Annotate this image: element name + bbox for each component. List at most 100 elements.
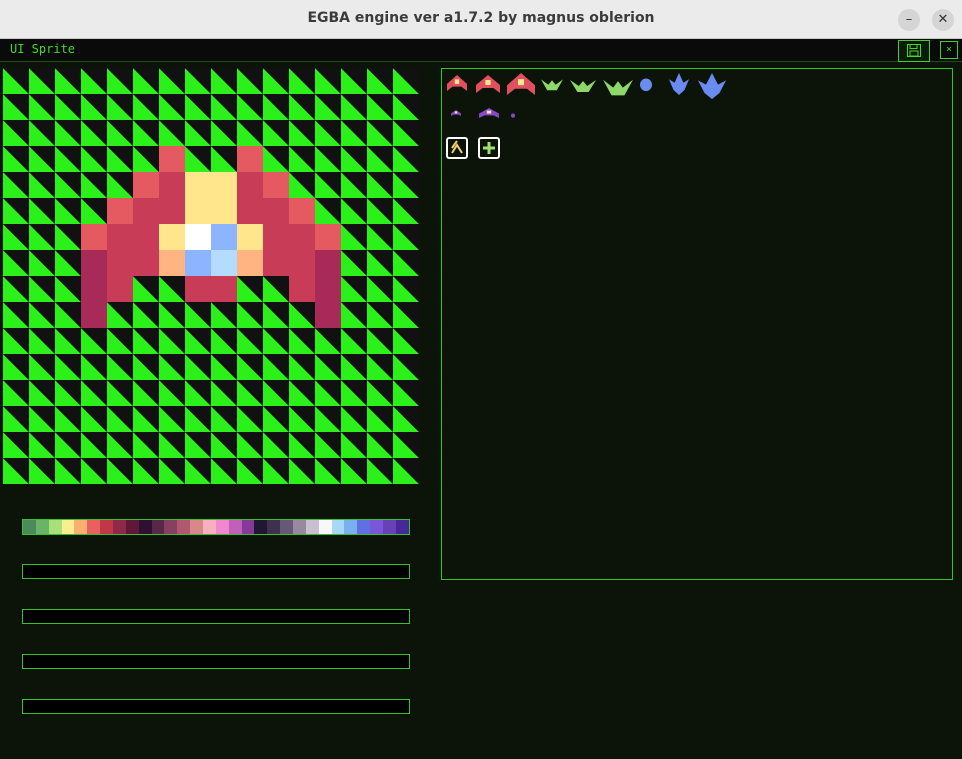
empty-pixel[interactable] [29,406,55,432]
empty-pixel[interactable] [81,458,107,484]
empty-pixel[interactable] [55,432,81,458]
palette-swatch[interactable] [87,520,101,534]
save-button[interactable] [898,40,930,62]
pixel-grid[interactable] [3,68,419,484]
empty-pixel[interactable] [81,172,107,198]
empty-pixel[interactable] [107,68,133,94]
empty-pixel[interactable] [367,432,393,458]
empty-pixel[interactable] [263,328,289,354]
empty-pixel[interactable] [341,276,367,302]
empty-pixel[interactable] [367,458,393,484]
palette-swatch[interactable] [48,520,62,534]
painted-pixel[interactable] [289,224,315,250]
purple-bug-icon[interactable] [478,107,500,119]
sprite-sheet-panel[interactable] [441,68,953,580]
empty-pixel[interactable] [55,68,81,94]
palette-swatch[interactable] [113,520,126,534]
empty-pixel[interactable] [3,380,29,406]
empty-pixel[interactable] [367,276,393,302]
empty-pixel[interactable] [107,172,133,198]
empty-pixel[interactable] [55,406,81,432]
empty-pixel[interactable] [55,302,81,328]
painted-pixel[interactable] [81,276,107,302]
empty-pixel[interactable] [393,250,419,276]
empty-pixel[interactable] [393,276,419,302]
close-window-button[interactable]: ✕ [932,9,954,31]
empty-pixel[interactable] [159,458,185,484]
empty-pixel[interactable] [29,172,55,198]
empty-pixel[interactable] [211,432,237,458]
empty-pixel[interactable] [315,380,341,406]
palette-swatch[interactable] [74,520,88,534]
empty-pixel[interactable] [341,146,367,172]
empty-pixel[interactable] [237,94,263,120]
empty-pixel[interactable] [81,120,107,146]
empty-pixel[interactable] [29,458,55,484]
empty-pixel[interactable] [315,328,341,354]
red-ship-xl-icon[interactable] [506,72,536,96]
empty-pixel[interactable] [289,354,315,380]
empty-pixel[interactable] [263,146,289,172]
empty-pixel[interactable] [3,432,29,458]
empty-pixel[interactable] [133,458,159,484]
painted-pixel[interactable] [289,250,315,276]
empty-pixel[interactable] [55,276,81,302]
painted-pixel[interactable] [237,198,263,224]
empty-pixel[interactable] [263,354,289,380]
empty-pixel[interactable] [237,458,263,484]
empty-pixel[interactable] [55,120,81,146]
empty-pixel[interactable] [367,146,393,172]
painted-pixel[interactable] [315,276,341,302]
empty-pixel[interactable] [107,432,133,458]
empty-pixel[interactable] [211,302,237,328]
empty-pixel[interactable] [159,68,185,94]
painted-pixel[interactable] [263,172,289,198]
empty-pixel[interactable] [185,68,211,94]
empty-pixel[interactable] [315,172,341,198]
empty-pixel[interactable] [393,380,419,406]
empty-pixel[interactable] [237,68,263,94]
painted-pixel[interactable] [185,198,211,224]
empty-pixel[interactable] [367,198,393,224]
empty-pixel[interactable] [367,406,393,432]
painted-pixel[interactable] [81,250,107,276]
empty-pixel[interactable] [367,68,393,94]
painted-pixel[interactable] [185,276,211,302]
empty-pixel[interactable] [133,432,159,458]
empty-pixel[interactable] [211,94,237,120]
empty-pixel[interactable] [55,198,81,224]
palette-swatch[interactable] [151,520,165,534]
empty-pixel[interactable] [263,94,289,120]
painted-pixel[interactable] [211,198,237,224]
empty-pixel[interactable] [341,328,367,354]
painted-pixel[interactable] [289,198,315,224]
empty-pixel[interactable] [107,328,133,354]
painted-pixel[interactable] [185,224,211,250]
palette-swatch[interactable] [344,520,358,534]
palette-swatch[interactable] [138,520,152,534]
empty-pixel[interactable] [341,458,367,484]
empty-pixel[interactable] [393,328,419,354]
empty-pixel[interactable] [393,120,419,146]
empty-pixel[interactable] [341,250,367,276]
empty-pixel[interactable] [107,458,133,484]
painted-pixel[interactable] [237,146,263,172]
empty-pixel[interactable] [289,94,315,120]
empty-pixel[interactable] [289,120,315,146]
empty-pixel[interactable] [393,94,419,120]
empty-pixel[interactable] [393,68,419,94]
empty-pixel[interactable] [263,68,289,94]
empty-pixel[interactable] [3,198,29,224]
empty-pixel[interactable] [55,458,81,484]
empty-pixel[interactable] [393,224,419,250]
empty-pixel[interactable] [81,432,107,458]
empty-pixel[interactable] [263,276,289,302]
empty-pixel[interactable] [185,406,211,432]
empty-pixel[interactable] [211,458,237,484]
empty-pixel[interactable] [341,68,367,94]
empty-pixel[interactable] [29,432,55,458]
purple-dot-icon[interactable] [510,112,516,118]
empty-pixel[interactable] [81,68,107,94]
empty-pixel[interactable] [315,146,341,172]
painted-pixel[interactable] [315,224,341,250]
